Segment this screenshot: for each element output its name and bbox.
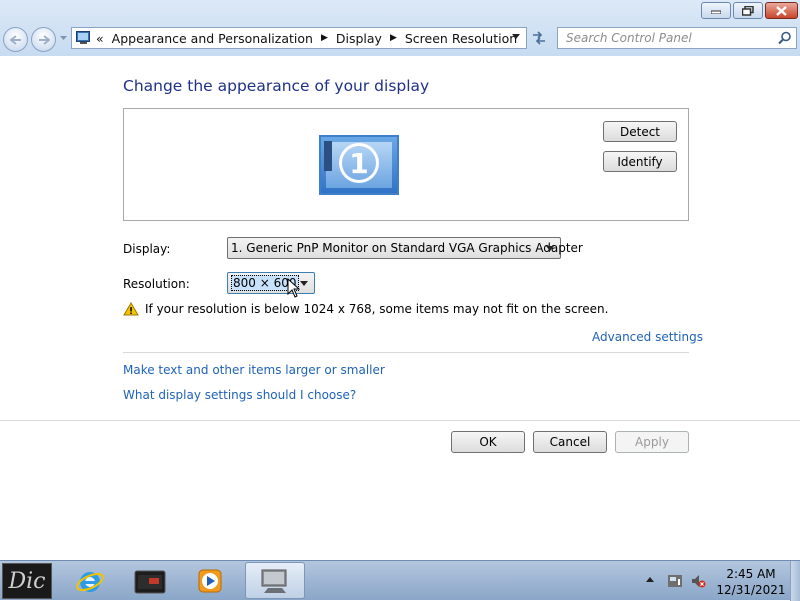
folder-icon [134, 570, 166, 594]
clock-date: 12/31/2021 [716, 583, 786, 597]
resolution-warning: If your resolution is below 1024 x 768, … [123, 302, 608, 316]
breadcrumb: « Appearance and Personalization ▶ Displ… [96, 30, 517, 46]
forward-arrow-icon [38, 34, 50, 45]
divider [123, 352, 689, 353]
monitor-number: 1 [339, 143, 379, 183]
breadcrumb-display[interactable]: Display [336, 31, 382, 46]
internet-explorer-button[interactable] [72, 565, 108, 597]
media-player-icon [198, 569, 222, 593]
monitor-arrangement-panel: 1 Detect Identify [123, 108, 689, 221]
search-input[interactable]: Search Control Panel [566, 31, 692, 45]
text-size-link[interactable]: Make text and other items larger or smal… [123, 363, 385, 377]
window-controls [701, 2, 798, 19]
recent-pages-chevron-icon[interactable] [60, 36, 67, 40]
refresh-button[interactable] [528, 27, 550, 49]
address-bar[interactable]: « Appearance and Personalization ▶ Displ… [71, 27, 527, 49]
breadcrumb-appearance[interactable]: Appearance and Personalization [112, 31, 313, 46]
navigation-row: « Appearance and Personalization ▶ Displ… [0, 25, 800, 53]
cancel-button[interactable]: Cancel [533, 431, 607, 453]
display-select[interactable]: 1. Generic PnP Monitor on Standard VGA G… [227, 237, 583, 259]
monitor-taskbar [324, 141, 332, 171]
window-chrome: « Appearance and Personalization ▶ Displ… [0, 0, 800, 56]
apply-button[interactable]: Apply [615, 431, 689, 453]
maximize-icon [742, 5, 754, 16]
control-panel-icon [261, 569, 287, 593]
monitor-1-tile[interactable]: 1 [319, 135, 399, 195]
breadcrumb-overflow[interactable]: « [96, 31, 104, 46]
taskbar-clock[interactable]: 2:45 AM 12/31/2021 [716, 566, 786, 598]
close-button[interactable] [765, 2, 798, 19]
ok-button[interactable]: OK [451, 431, 525, 453]
start-button[interactable]: Dic [2, 563, 52, 599]
back-button[interactable] [3, 27, 28, 52]
show-desktop-button[interactable] [790, 561, 800, 601]
minimize-button[interactable] [701, 2, 731, 19]
explorer-button[interactable] [132, 565, 168, 597]
breadcrumb-screen-resolution[interactable]: Screen Resolution [405, 31, 517, 46]
control-panel-icon [76, 31, 90, 44]
volume-muted-icon[interactable] [690, 573, 706, 589]
forward-button[interactable] [31, 27, 56, 52]
refresh-icon [533, 31, 545, 45]
display-value: 1. Generic PnP Monitor on Standard VGA G… [231, 241, 583, 255]
action-center-icon[interactable] [667, 573, 683, 589]
display-label: Display: [123, 242, 171, 256]
advanced-settings-link[interactable]: Advanced settings [592, 330, 703, 344]
resolution-select[interactable]: 800 × 600 [227, 272, 315, 294]
address-dropdown-icon[interactable] [512, 34, 520, 39]
display-help-link[interactable]: What display settings should I choose? [123, 388, 356, 402]
clock-time: 2:45 AM [726, 567, 776, 581]
warning-icon [123, 302, 139, 316]
resolution-label: Resolution: [123, 277, 190, 291]
chevron-down-icon [300, 281, 308, 286]
chevron-down-icon [546, 246, 554, 251]
detect-button[interactable]: Detect [603, 121, 677, 142]
show-hidden-icons-icon[interactable] [646, 577, 654, 582]
page-title: Change the appearance of your display [123, 77, 430, 95]
footer-divider [0, 420, 800, 421]
mouse-cursor-icon [287, 278, 300, 298]
search-box[interactable]: Search Control Panel [557, 27, 797, 49]
back-arrow-icon [9, 34, 21, 45]
internet-explorer-icon [76, 572, 104, 592]
breadcrumb-separator-icon[interactable]: ▶ [390, 33, 397, 43]
restore-button[interactable] [733, 2, 763, 19]
close-icon [776, 5, 787, 16]
breadcrumb-separator-icon[interactable]: ▶ [321, 33, 328, 43]
taskbar: Dic 2:45 AM 12/31/2021 [0, 560, 800, 601]
media-player-button[interactable] [192, 565, 228, 597]
control-panel-taskbar-button[interactable] [245, 562, 305, 599]
search-icon[interactable] [778, 31, 792, 45]
minimize-icon [711, 10, 721, 14]
warning-text: If your resolution is below 1024 x 768, … [145, 302, 609, 316]
identify-button[interactable]: Identify [603, 151, 677, 172]
